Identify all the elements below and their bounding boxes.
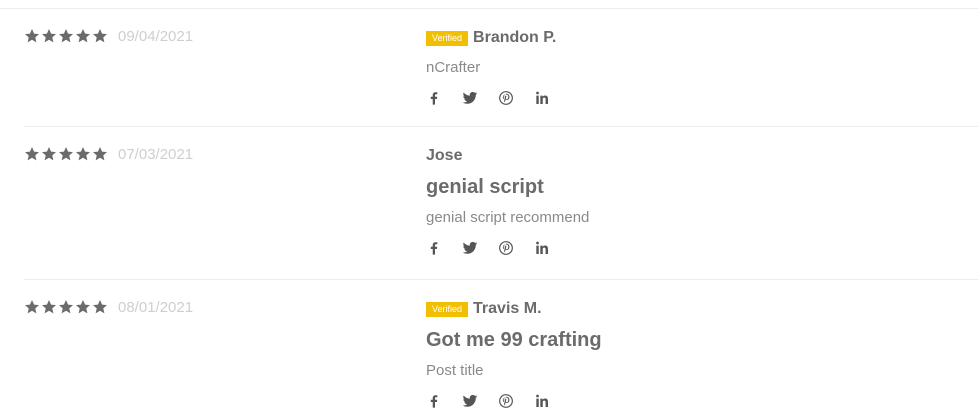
star-icon [24,28,40,44]
star-icon [58,146,74,162]
pinterest-icon[interactable] [498,90,514,106]
review-item: 07/03/2021 Jose genial script genial scr… [24,127,978,280]
share-icons [426,392,966,410]
star-icon [24,146,40,162]
star-icon [92,299,108,315]
review-meta: 08/01/2021 [24,299,193,315]
pinterest-icon[interactable] [498,240,514,256]
review-author: Brandon P. [473,29,557,46]
verified-badge: Verified [426,301,469,317]
review-meta: 09/04/2021 [24,28,193,44]
facebook-icon[interactable] [426,393,442,409]
review-body: Jose genial script genial script recomme… [426,145,966,257]
review-author: Travis M. [473,300,542,317]
review-content: Post title [426,362,484,379]
pinterest-icon[interactable] [498,393,514,409]
review-date: 07/03/2021 [118,145,194,163]
star-icon [75,146,91,162]
review-content: genial script recommend [426,209,590,226]
review-title: Got me 99 crafting [426,329,602,351]
review-date: 09/04/2021 [118,27,194,45]
linkedin-icon[interactable] [534,393,550,409]
review-title: genial script [426,176,544,198]
star-rating [24,146,108,162]
review-meta: 07/03/2021 [24,146,193,162]
twitter-icon[interactable] [462,90,478,106]
star-rating [24,28,108,44]
star-icon [75,299,91,315]
star-icon [92,146,108,162]
facebook-icon[interactable] [426,240,442,256]
review-body: Verified Travis M. Got me 99 crafting Po… [426,298,966,410]
star-icon [75,28,91,44]
star-icon [41,299,57,315]
review-item: 08/01/2021 Verified Travis M. Got me 99 … [24,280,978,408]
share-icons [426,89,966,107]
author-line: Verified Travis M. [426,298,966,320]
linkedin-icon[interactable] [534,90,550,106]
twitter-icon[interactable] [462,240,478,256]
review-item: 09/04/2021 Verified Brandon P. nCrafter [24,9,978,127]
star-icon [58,28,74,44]
review-author: Jose [426,147,463,164]
star-icon [92,28,108,44]
star-rating [24,299,108,315]
star-icon [58,299,74,315]
share-icons [426,239,966,257]
star-icon [24,299,40,315]
star-icon [41,28,57,44]
author-line: Jose [426,145,966,167]
twitter-icon[interactable] [462,393,478,409]
review-body: Verified Brandon P. nCrafter [426,27,966,107]
review-content: nCrafter [426,59,481,76]
star-icon [41,146,57,162]
facebook-icon[interactable] [426,90,442,106]
linkedin-icon[interactable] [534,240,550,256]
review-date: 08/01/2021 [118,298,194,316]
verified-badge: Verified [426,30,469,46]
author-line: Verified Brandon P. [426,27,966,49]
